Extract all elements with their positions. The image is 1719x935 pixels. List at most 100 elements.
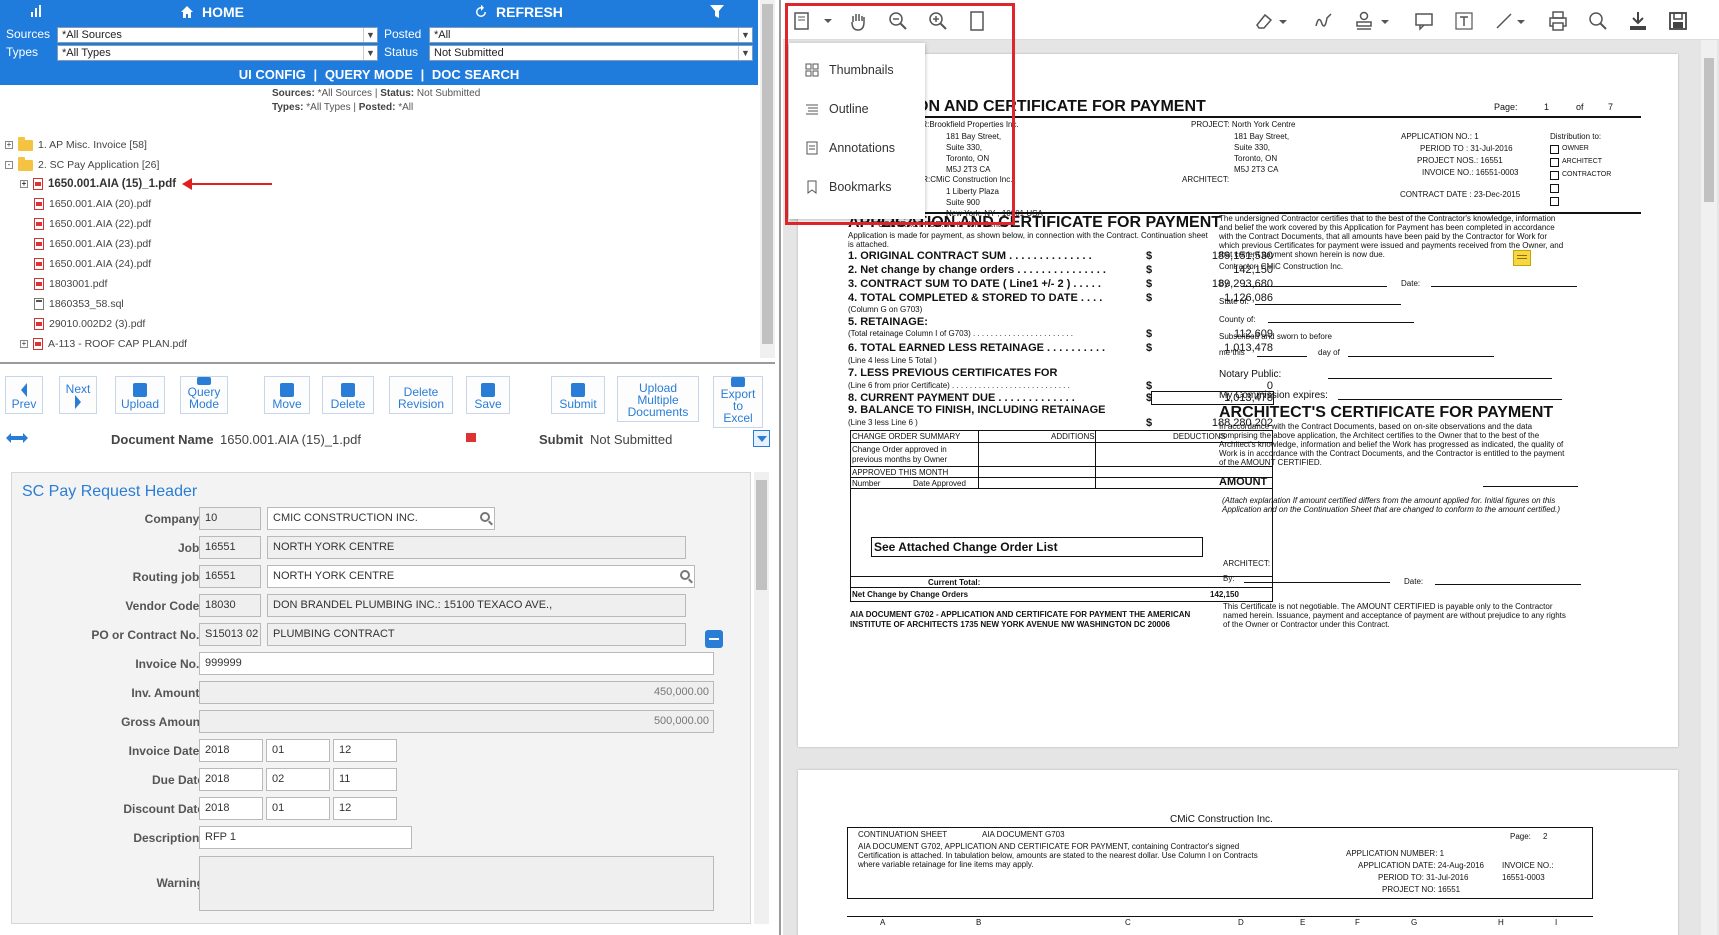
tree-folder-ap-misc[interactable]: + 1. AP Misc. Invoice [58] xyxy=(5,136,147,151)
expand-toggle[interactable]: + xyxy=(5,141,13,149)
menu-item-annotations[interactable]: Annotations xyxy=(789,133,925,163)
tree-file[interactable]: 1650.001.AIA (23).pdf xyxy=(34,238,151,250)
discount-date-year[interactable]: 2018 xyxy=(199,797,263,820)
refresh-button[interactable]: REFRESH xyxy=(474,4,563,20)
form-scrollbar[interactable] xyxy=(754,472,769,924)
description-field[interactable]: RFP 1 xyxy=(199,826,412,849)
tree-file[interactable]: 1650.001.AIA (24).pdf xyxy=(34,258,151,270)
chevron-down-icon[interactable] xyxy=(1515,10,1537,32)
expand-toggle[interactable]: + xyxy=(20,340,28,348)
job-name-field[interactable]: NORTH YORK CENTRE xyxy=(267,536,686,559)
status-select[interactable]: Not Submitted ▼ xyxy=(429,45,753,61)
routing-code-field[interactable]: 16551 xyxy=(199,565,261,588)
submit-button[interactable]: Submit xyxy=(551,376,605,414)
eraser-icon[interactable] xyxy=(1253,10,1275,32)
upload-button[interactable]: Upload xyxy=(115,376,165,414)
remove-button[interactable] xyxy=(705,630,723,648)
upload-multiple-button[interactable]: Upload Multiple Documents xyxy=(617,376,699,422)
po-code-field[interactable]: S15013 02 xyxy=(199,623,261,646)
checkbox[interactable] xyxy=(1550,145,1559,154)
delete-revision-button[interactable]: Delete Revision xyxy=(389,376,453,414)
contractor-cert-text: and belief the work covered by this Appl… xyxy=(1219,223,1555,232)
tree-file[interactable]: 1803001.pdf xyxy=(34,278,107,290)
invoice-date-year[interactable]: 2018 xyxy=(199,739,263,762)
tree-file[interactable]: + A-113 - ROOF CAP PLAN.pdf xyxy=(20,338,187,350)
checkbox[interactable] xyxy=(1550,197,1559,206)
ui-config-link[interactable]: UI CONFIG xyxy=(237,67,308,82)
invoice-date-day[interactable]: 12 xyxy=(333,739,397,762)
export-excel-button[interactable]: Export to Excel xyxy=(713,376,763,428)
gross-amount-field[interactable]: 500,000.00 xyxy=(199,710,714,733)
job-code-field[interactable]: 16551 xyxy=(199,536,261,559)
discount-date-day[interactable]: 12 xyxy=(333,797,397,820)
doc-search-link[interactable]: DOC SEARCH xyxy=(430,67,521,82)
previous-note: (Line 6 from prior Certificate) . . . . … xyxy=(848,381,1070,390)
checkbox[interactable] xyxy=(1550,171,1559,180)
tree-file[interactable]: 29010.002D2 (3).pdf xyxy=(34,318,145,330)
scrollbar-thumb[interactable] xyxy=(762,4,773,344)
line-draw-icon[interactable] xyxy=(1493,10,1515,32)
discount-date-month[interactable]: 01 xyxy=(266,797,330,820)
query-mode-button[interactable]: Query Mode xyxy=(180,376,228,414)
types-select[interactable]: *All Types ▼ xyxy=(57,45,378,61)
tree-file-selected[interactable]: + 1650.001.AIA (15)_1.pdf xyxy=(20,178,176,190)
posted-select[interactable]: *All ▼ xyxy=(429,27,753,43)
tree-file[interactable]: 1650.001.AIA (20).pdf xyxy=(34,198,151,210)
save-icon[interactable] xyxy=(1667,10,1689,32)
comment-icon[interactable] xyxy=(1413,10,1435,32)
company-code-field[interactable]: 10 xyxy=(199,507,261,530)
column-g-note: (Column G on G703) xyxy=(848,305,923,314)
tree-file[interactable]: 1860353_58.sql xyxy=(34,298,124,310)
pane-divider[interactable] xyxy=(0,362,775,364)
expand-toggle[interactable]: + xyxy=(20,180,28,188)
sticky-note-icon[interactable] xyxy=(1513,250,1531,266)
warning-field[interactable] xyxy=(199,856,714,911)
prev-button[interactable]: Prev xyxy=(5,376,43,414)
search-icon[interactable] xyxy=(480,512,490,522)
filter-icon[interactable] xyxy=(710,5,724,19)
menu-item-outline[interactable]: Outline xyxy=(789,94,925,124)
invoice-amount-field[interactable]: 450,000.00 xyxy=(199,681,714,704)
signature-icon[interactable] xyxy=(1313,10,1335,32)
due-date-month[interactable]: 02 xyxy=(266,768,330,791)
invoice-no-field[interactable]: 999999 xyxy=(199,652,714,675)
scrollbar-thumb[interactable] xyxy=(756,480,767,590)
checkbox[interactable] xyxy=(1550,158,1559,167)
move-button[interactable]: Move xyxy=(264,376,310,414)
tree-scrollbar[interactable] xyxy=(760,0,775,358)
search-icon[interactable] xyxy=(680,570,690,580)
search-icon[interactable] xyxy=(1587,10,1609,32)
collapse-panel-button[interactable] xyxy=(753,430,770,447)
due-date-year[interactable]: 2018 xyxy=(199,768,263,791)
vendor-name-field[interactable]: DON BRANDEL PLUMBING INC.: 15100 TEXACO … xyxy=(267,594,686,617)
save-button[interactable]: Save xyxy=(466,376,510,414)
menu-item-bookmarks[interactable]: Bookmarks xyxy=(789,172,925,202)
invoice-date-month[interactable]: 01 xyxy=(266,739,330,762)
tree-file[interactable]: 1650.001.AIA (22).pdf xyxy=(34,218,151,230)
resize-arrows-icon[interactable] xyxy=(6,432,28,444)
collapse-toggle[interactable]: - xyxy=(5,161,13,169)
tree-folder-sc-pay[interactable]: - 2. SC Pay Application [26] xyxy=(5,156,159,171)
text-box-icon[interactable] xyxy=(1453,10,1475,32)
menu-item-thumbnails[interactable]: Thumbnails xyxy=(789,55,925,85)
chevron-down-icon[interactable] xyxy=(1277,10,1299,32)
download-icon[interactable] xyxy=(1627,10,1649,32)
sources-select[interactable]: *All Sources ▼ xyxy=(57,27,378,43)
query-mode-link[interactable]: QUERY MODE xyxy=(323,67,415,82)
chart-icon[interactable] xyxy=(30,4,44,18)
next-button[interactable]: Next xyxy=(59,376,97,414)
po-name-field[interactable]: PLUMBING CONTRACT xyxy=(267,623,686,646)
company-name-field[interactable]: CMIC CONSTRUCTION INC. xyxy=(267,507,495,530)
due-date-day[interactable]: 11 xyxy=(333,768,397,791)
print-icon[interactable] xyxy=(1547,10,1569,32)
stamp-icon[interactable] xyxy=(1353,10,1375,32)
delete-button[interactable]: Delete xyxy=(322,376,374,414)
chevron-down-icon[interactable] xyxy=(1379,10,1401,32)
pdf-icon xyxy=(34,278,44,290)
routing-name-field[interactable]: NORTH YORK CENTRE xyxy=(267,565,695,588)
home-button[interactable]: HOME xyxy=(180,4,244,20)
viewer-scrollbar[interactable] xyxy=(1701,40,1717,935)
scrollbar-thumb[interactable] xyxy=(1704,58,1714,202)
checkbox[interactable] xyxy=(1550,184,1559,193)
vendor-code-field[interactable]: 18030 xyxy=(199,594,261,617)
